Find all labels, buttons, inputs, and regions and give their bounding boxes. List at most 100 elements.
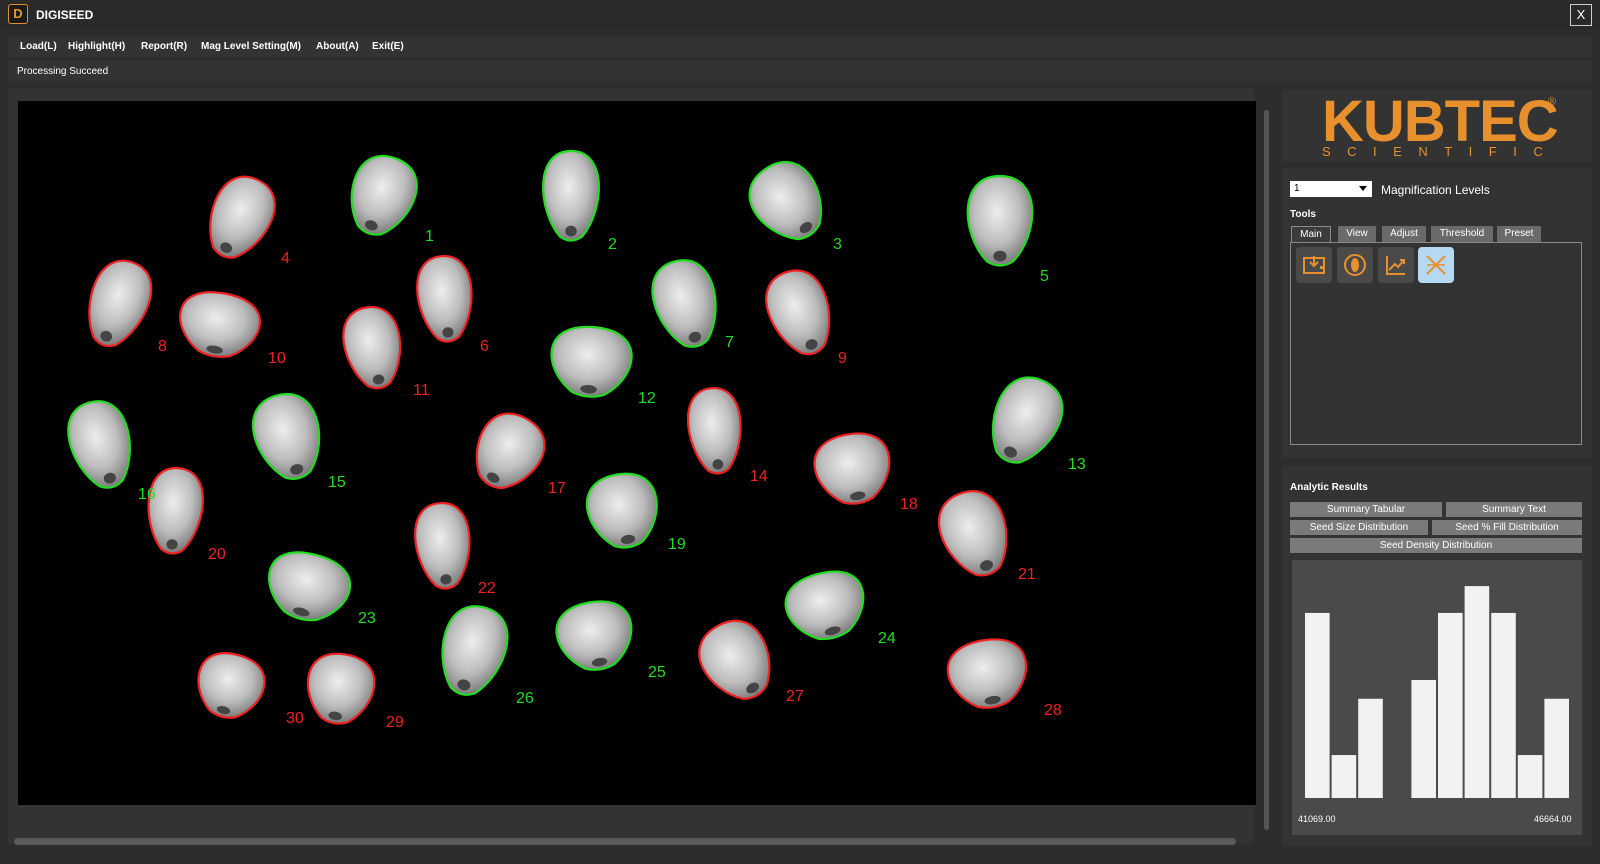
horizontal-scrollbar[interactable] xyxy=(14,838,1236,845)
chart-button[interactable] xyxy=(1378,247,1414,283)
tab-adjust[interactable]: Adjust xyxy=(1382,226,1426,242)
seed-outline xyxy=(268,551,351,622)
x-axis-max-label: 46664.00 xyxy=(1534,814,1572,824)
seed-label-28: 28 xyxy=(1044,702,1062,719)
histogram-bar xyxy=(1544,698,1569,798)
seed-20[interactable] xyxy=(144,466,205,556)
seed-7[interactable] xyxy=(645,254,727,354)
seed-2[interactable] xyxy=(542,149,600,242)
tab-preset[interactable]: Preset xyxy=(1497,226,1541,242)
seed-1[interactable] xyxy=(339,148,425,244)
seed-14[interactable] xyxy=(685,386,745,476)
seed-label-1: 1 xyxy=(425,228,434,245)
seed-outline xyxy=(784,570,865,641)
seed-size-distribution-button[interactable]: Seed Size Distribution xyxy=(1290,520,1428,535)
app-title: DIGISEED xyxy=(36,8,94,22)
analytic-results-label: Analytic Results xyxy=(1290,482,1368,493)
tab-view[interactable]: View xyxy=(1338,226,1376,242)
seed-28[interactable] xyxy=(943,634,1032,714)
seed-10[interactable] xyxy=(174,287,264,364)
seed-9[interactable] xyxy=(757,262,842,363)
brand-subtitle: SCIENTIFIC xyxy=(1322,144,1560,159)
tab-main[interactable]: Main xyxy=(1291,226,1331,242)
seed-label-27: 27 xyxy=(786,688,804,705)
seed-density-distribution-button[interactable]: Seed Density Distribution xyxy=(1290,538,1582,553)
seed-16[interactable] xyxy=(61,395,141,495)
chevron-down-icon xyxy=(1359,186,1367,191)
histogram-chart xyxy=(1292,560,1582,835)
load-image-icon xyxy=(1303,256,1325,274)
chart-line-icon xyxy=(1386,256,1405,275)
seed-outline xyxy=(251,392,321,480)
seed-label-20: 20 xyxy=(208,546,226,563)
seed-11[interactable] xyxy=(338,303,407,393)
menu-exit[interactable]: Exit(E) xyxy=(372,41,404,52)
close-button[interactable]: X xyxy=(1570,4,1592,26)
seed-label-7: 7 xyxy=(725,334,734,351)
seed-24[interactable] xyxy=(780,564,873,648)
seed-label-21: 21 xyxy=(1018,566,1036,583)
seed-23[interactable] xyxy=(260,545,356,630)
seed-19[interactable] xyxy=(582,469,663,554)
app-logo-icon: D xyxy=(8,4,28,24)
crossed-lines-icon xyxy=(1426,255,1446,275)
seed-label-12: 12 xyxy=(638,390,656,407)
summary-tabular-button[interactable]: Summary Tabular xyxy=(1290,502,1442,517)
seed-outline xyxy=(441,605,509,696)
seed-12[interactable] xyxy=(548,324,634,400)
seed-30[interactable] xyxy=(190,647,270,726)
tab-threshold[interactable]: Threshold xyxy=(1431,226,1493,242)
magnification-value: 1 xyxy=(1294,183,1300,194)
seed-label-24: 24 xyxy=(878,630,896,647)
seed-label-22: 22 xyxy=(478,580,496,597)
tools-label: Tools xyxy=(1290,209,1316,220)
vertical-scrollbar[interactable] xyxy=(1264,110,1269,830)
seed-label-25: 25 xyxy=(648,664,666,681)
seed-analysis-button[interactable] xyxy=(1337,247,1373,283)
seed-4[interactable] xyxy=(196,167,285,268)
seed-27[interactable] xyxy=(688,610,785,712)
menu-about[interactable]: About(A) xyxy=(316,41,359,52)
seed-15[interactable] xyxy=(246,387,330,486)
menu-mag-level-setting[interactable]: Mag Level Setting(M) xyxy=(201,41,301,52)
menu-bar: Load(L) Highlight(H) Report(R) Mag Level… xyxy=(8,37,1592,57)
seed-26[interactable] xyxy=(431,599,515,702)
menu-highlight[interactable]: Highlight(H) xyxy=(68,41,125,52)
status-text: Processing Succeed xyxy=(17,66,109,77)
seed-label-14: 14 xyxy=(750,468,768,485)
seed-18[interactable] xyxy=(810,428,896,510)
histogram-bar xyxy=(1358,698,1383,798)
status-bar: Processing Succeed xyxy=(8,61,1592,81)
seed-label-8: 8 xyxy=(158,338,167,355)
seed-17[interactable] xyxy=(461,403,555,501)
title-bar: D DIGISEED X xyxy=(0,0,1600,30)
xray-image-canvas[interactable]: 1 2 3 4 5 6 7 8 9 10 11 12 13 14 15 16 17 18 19 20 21 22 23 24 2… xyxy=(18,101,1256,805)
seed-tip xyxy=(565,225,577,237)
seed-3[interactable] xyxy=(738,150,838,253)
seed-6[interactable] xyxy=(414,254,475,344)
seed-21[interactable] xyxy=(930,483,1020,585)
seed-25[interactable] xyxy=(552,596,638,676)
seed-label-15: 15 xyxy=(328,474,346,491)
histogram-bar xyxy=(1464,586,1490,798)
seed-fill-distribution-button[interactable]: Seed % Fill Distribution xyxy=(1432,520,1582,535)
seed-22[interactable] xyxy=(412,501,473,591)
magnification-select[interactable]: 1 xyxy=(1290,181,1372,197)
seed-outline xyxy=(350,155,418,236)
summary-text-button[interactable]: Summary Text xyxy=(1446,502,1582,517)
seed-outline xyxy=(209,175,276,259)
seed-outline xyxy=(88,259,153,348)
histogram-bar xyxy=(1438,612,1463,798)
clear-overlay-button[interactable] xyxy=(1418,247,1454,283)
menu-load[interactable]: Load(L) xyxy=(20,41,57,52)
seed-29[interactable] xyxy=(301,649,378,729)
seed-label-29: 29 xyxy=(386,714,404,731)
load-image-button[interactable] xyxy=(1296,247,1332,283)
seed-5[interactable] xyxy=(966,174,1034,267)
seed-8[interactable] xyxy=(76,253,160,355)
seed-outline xyxy=(991,376,1064,464)
seed-13[interactable] xyxy=(977,367,1072,474)
seed-label-10: 10 xyxy=(268,350,286,367)
x-axis-min-label: 41069.00 xyxy=(1298,814,1336,824)
menu-report[interactable]: Report(R) xyxy=(141,41,187,52)
